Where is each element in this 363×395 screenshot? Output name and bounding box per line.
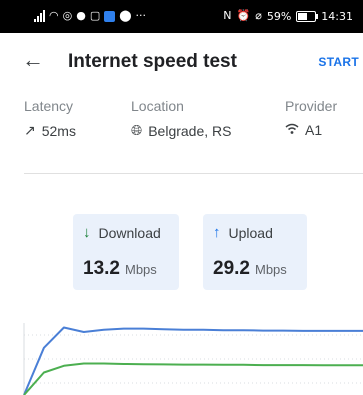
download-value: 13.2 bbox=[83, 258, 120, 279]
info-row: Latency ↗ 52ms Location 🌐︎ Belgrade, RS … bbox=[0, 98, 363, 158]
system-icons: N ⏰ ⌀ 59% 14:31 bbox=[223, 9, 353, 23]
mute-icon: ⌀ bbox=[255, 9, 262, 22]
arrow-up-icon: ↑ bbox=[213, 224, 221, 241]
divider bbox=[24, 173, 363, 174]
status-bar: ◠ ◎ ● ▢ ⬤ ··· N ⏰ ⌀ 59% 14:31 bbox=[0, 0, 363, 33]
battery-icon bbox=[296, 10, 319, 22]
location-info: Location 🌐︎ Belgrade, RS bbox=[131, 98, 231, 139]
app-icon: ● bbox=[76, 9, 86, 22]
clock: 14:31 bbox=[321, 9, 353, 23]
battery-percent: 59% bbox=[266, 9, 292, 23]
latency-label: Latency bbox=[24, 98, 74, 114]
arrow-left-icon[interactable]: ← bbox=[22, 47, 44, 73]
trending-up-icon: ↗ bbox=[24, 122, 36, 138]
app-bar: ← Internet speed test START bbox=[0, 33, 363, 91]
wifi-icon: ◠ bbox=[49, 9, 59, 22]
upload-card: ↑ Upload 29.2 Mbps bbox=[203, 214, 307, 290]
provider-info: Provider A1 bbox=[285, 98, 337, 138]
latency-info: Latency ↗ 52ms bbox=[24, 98, 76, 139]
notification-icons: ◠ ◎ ● ▢ ⬤ ··· bbox=[34, 9, 146, 23]
more-notifications-icon: ··· bbox=[135, 9, 147, 22]
location-value: Belgrade, RS bbox=[148, 122, 232, 139]
page-title: Internet speed test bbox=[68, 51, 237, 72]
wifi-icon bbox=[285, 122, 299, 138]
speed-chart bbox=[23, 323, 363, 395]
globe-icon: 🌐︎ bbox=[131, 122, 143, 138]
app-icon: ◎ bbox=[62, 9, 73, 22]
upload-label: Upload bbox=[228, 224, 273, 241]
alarm-icon: ⏰ bbox=[236, 9, 251, 22]
nfc-icon: N bbox=[223, 9, 232, 22]
provider-label: Provider bbox=[285, 98, 338, 114]
location-label: Location bbox=[131, 98, 184, 114]
download-label: Download bbox=[98, 224, 161, 241]
facebook-icon: ⬤ bbox=[119, 9, 132, 22]
upload-series-line bbox=[23, 326, 363, 395]
download-series-line bbox=[23, 362, 363, 395]
provider-value: A1 bbox=[305, 122, 323, 138]
upload-unit: Mbps bbox=[254, 262, 287, 277]
download-unit: Mbps bbox=[124, 262, 157, 277]
upload-value: 29.2 bbox=[213, 258, 250, 279]
start-button[interactable]: START bbox=[318, 55, 359, 69]
download-card: ↓ Download 13.2 Mbps bbox=[73, 214, 179, 290]
instagram-icon: ▢ bbox=[89, 9, 101, 22]
arrow-down-icon: ↓ bbox=[83, 224, 91, 241]
latency-value: 52ms bbox=[41, 122, 76, 139]
signal-icon bbox=[34, 10, 45, 22]
calendar-icon bbox=[104, 10, 116, 22]
